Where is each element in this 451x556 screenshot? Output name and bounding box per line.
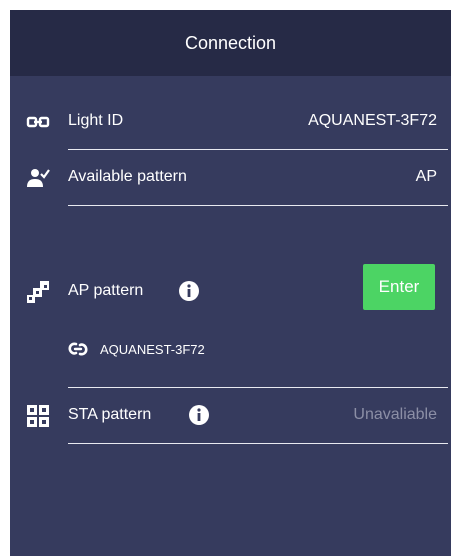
link-chain-icon	[26, 116, 50, 128]
grid-scan-icon	[27, 405, 49, 427]
divider	[68, 387, 448, 388]
divider	[68, 443, 448, 444]
light-id-value: AQUANEST-3F72	[308, 112, 437, 129]
top-bar: Connection	[10, 10, 451, 76]
light-id-label: Light ID	[68, 112, 124, 129]
page-title: Connection	[184, 32, 277, 53]
available-pattern-row: Available pattern AP	[10, 158, 451, 198]
enter-button[interactable]: Enter	[363, 264, 435, 310]
ap-pattern-label: AP pattern	[68, 282, 144, 299]
ap-ssid-text: AQUANEST-3F72	[100, 341, 205, 357]
sta-pattern-row: STA pattern Unavaliable	[10, 396, 451, 436]
network-steps-icon	[27, 281, 49, 303]
sta-pattern-status: Unavaliable	[353, 406, 437, 423]
divider	[68, 205, 448, 206]
ap-ssid: AQUANEST-3F72	[68, 338, 205, 360]
connection-screen: Connection Light ID AQUANEST-3F72 Availa…	[10, 10, 451, 556]
available-pattern-value: AP	[415, 168, 437, 185]
sta-pattern-label: STA pattern	[68, 406, 152, 423]
info-icon[interactable]	[188, 404, 210, 426]
info-icon[interactable]	[178, 280, 200, 302]
light-id-row: Light ID AQUANEST-3F72	[10, 102, 451, 142]
available-pattern-label: Available pattern	[68, 168, 187, 185]
divider	[68, 149, 448, 150]
user-check-icon	[27, 169, 50, 187]
link-icon	[68, 342, 88, 356]
